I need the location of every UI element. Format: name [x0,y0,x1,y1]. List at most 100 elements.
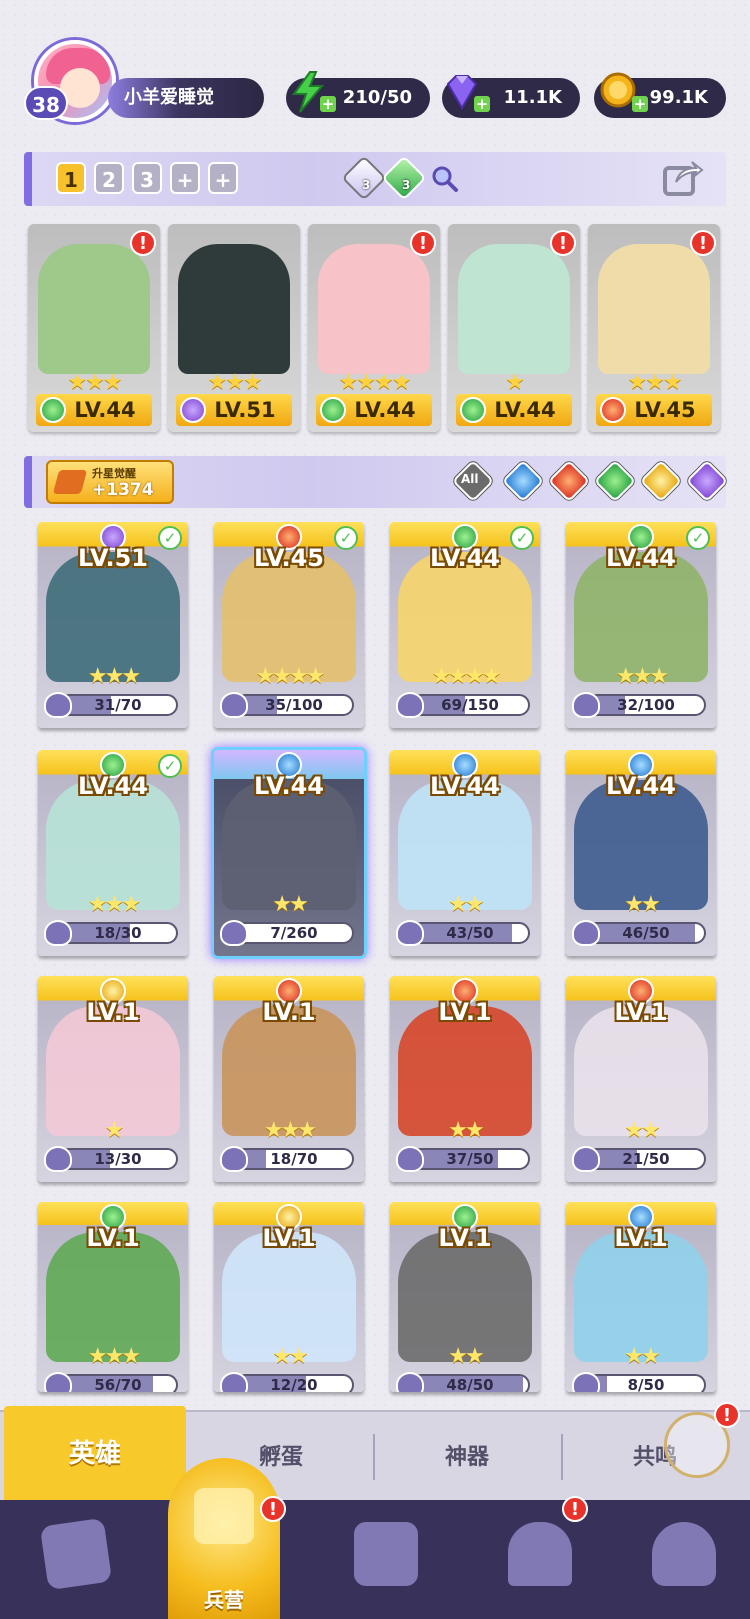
fire-element-icon [600,397,626,423]
share-icon[interactable] [662,158,704,198]
hero-portrait-art [38,244,150,374]
hero-stars: ★★★ [615,664,669,689]
tab-divider [561,1434,563,1480]
hero-stars: ★★★ [87,892,141,917]
hero-card[interactable]: LV.1 ★★★ 18/70 [214,976,364,1182]
team-hero-card[interactable]: ★★★ LV.51 [168,224,300,432]
coins-plus-icon[interactable]: + [632,96,648,112]
filter-water-icon[interactable] [501,459,545,503]
shard-progress-text: 13/30 [94,1150,142,1168]
hero-card[interactable]: LV.1 ★★ 8/50 [566,1202,716,1392]
filter-light-icon[interactable] [639,459,683,503]
hero-stars: ★★ [624,1344,660,1369]
hero-level: LV.1 [86,998,140,1026]
shard-icon [396,1372,424,1392]
shard-progress-text: 8/50 [627,1376,665,1392]
shard-progress-bar: 31/70 [58,694,178,716]
energy-plus-icon[interactable]: + [320,96,336,112]
awaken-label: 升星觉醒 [92,467,136,480]
shard-progress-text: 31/70 [94,696,142,714]
wood-element-icon [320,397,346,423]
hero-level: LV.1 [262,998,316,1026]
hero-stars: ★★ [624,1118,660,1143]
shard-progress-bar: 8/50 [586,1374,706,1392]
awaken-value: +1374 [92,480,154,500]
shard-icon [44,1372,72,1392]
hero-card[interactable]: ✓ LV.45 ★★★★ 35/100 [214,522,364,728]
hero-card[interactable]: LV.1 ★★★ 56/70 [38,1202,188,1392]
hero-card[interactable]: LV.44 ★★ 46/50 [566,750,716,956]
hero-stars: ★★ [448,1118,484,1143]
team-tab-1[interactable]: 1 [56,162,86,194]
nav-character[interactable] [628,1508,738,1608]
nav-cards[interactable] [20,1508,130,1608]
shard-progress-bar: 35/100 [234,694,354,716]
shard-icon [396,920,424,946]
shard-progress-bar: 18/30 [58,922,178,944]
dark-element-icon [180,397,206,423]
shard-progress-bar: 69/150 [410,694,530,716]
filter-fire-icon[interactable] [547,459,591,503]
team-tab-3[interactable]: 3 [132,162,162,194]
shop-icon [508,1522,572,1586]
sword-icon [52,470,88,494]
nav-map[interactable] [330,1508,440,1608]
wood-element-icon [40,397,66,423]
player-name[interactable]: 小羊爱睡觉 [108,78,264,118]
shard-progress-text: 18/70 [270,1150,318,1168]
shard-icon [44,692,72,718]
hero-card[interactable]: LV.1 ★★ 12/20 [214,1202,364,1392]
hero-card[interactable]: LV.1 ★★ 21/50 [566,976,716,1182]
search-icon[interactable] [430,164,460,194]
emerald-count: 3 [402,178,411,192]
team-tab-2[interactable]: 2 [94,162,124,194]
hero-card[interactable]: LV.44 ★★ 43/50 [390,750,540,956]
hero-alert-badge: ! [690,230,716,256]
player-level-badge: 38 [24,86,68,120]
nav-barracks-label: 兵营 [204,1588,244,1612]
shard-icon [220,692,248,718]
hero-stars: ★★ [448,892,484,917]
hero-card[interactable]: ✓ LV.44 ★★★ 32/100 [566,522,716,728]
hero-card[interactable]: LV.44 ★★ 7/260 [214,750,364,956]
hero-stars: ★★★ [207,370,262,395]
tab-heroes[interactable]: 英雄 [4,1406,186,1502]
nav-shop[interactable] [484,1508,594,1608]
shard-progress-text: 69/150 [441,696,499,714]
hero-card[interactable]: ✓ LV.51 ★★★ 31/70 [38,522,188,728]
shard-progress-text: 37/50 [446,1150,494,1168]
shard-progress-bar: 7/260 [234,922,354,944]
tab-divider [373,1434,375,1480]
crystal-count: 3 [362,178,371,192]
hero-card[interactable]: LV.1 ★★ 48/50 [390,1202,540,1392]
hero-card[interactable]: ✓ LV.44 ★★★★ 69/150 [390,522,540,728]
shard-progress-text: 48/50 [446,1376,494,1392]
shard-progress-bar: 12/20 [234,1374,354,1392]
hero-level: LV.45 [254,544,324,572]
sub-tab-bar: 英雄 孵蛋 神器 共鸣 [0,1406,750,1502]
team-tab-add-1[interactable]: + [170,162,200,194]
shard-progress-bar: 13/30 [58,1148,178,1170]
shard-progress-bar: 56/70 [58,1374,178,1392]
shard-icon [572,1146,600,1172]
hero-stars: ★★★ [67,370,122,395]
awaken-button[interactable]: 升星觉醒 +1374 [46,460,174,504]
shard-progress-bar: 43/50 [410,922,530,944]
filter-dark-icon[interactable] [685,459,729,503]
hero-portrait-art [458,244,570,374]
nav-barracks[interactable]: 兵营 [168,1458,280,1619]
hero-stars: ★★ [272,892,308,917]
hero-level: LV.1 [614,1224,668,1252]
hero-card[interactable]: LV.1 ★ 13/30 [38,976,188,1182]
hero-card[interactable]: LV.1 ★★ 37/50 [390,976,540,1182]
hero-level: LV.44 [254,772,324,800]
team-tab-add-2[interactable]: + [208,162,238,194]
hero-card[interactable]: ✓ LV.44 ★★★ 18/30 [38,750,188,956]
hero-level: LV.51 [78,544,148,572]
gems-plus-icon[interactable]: + [474,96,490,112]
filter-wood-icon[interactable] [593,459,637,503]
top-status-bar: 小羊爱睡觉 38 210/50 + 11.1K + 99.1K + [0,0,750,140]
tab-artifacts[interactable]: 神器 [376,1412,558,1502]
wood-element-icon [460,397,486,423]
shard-progress-bar: 18/70 [234,1148,354,1170]
